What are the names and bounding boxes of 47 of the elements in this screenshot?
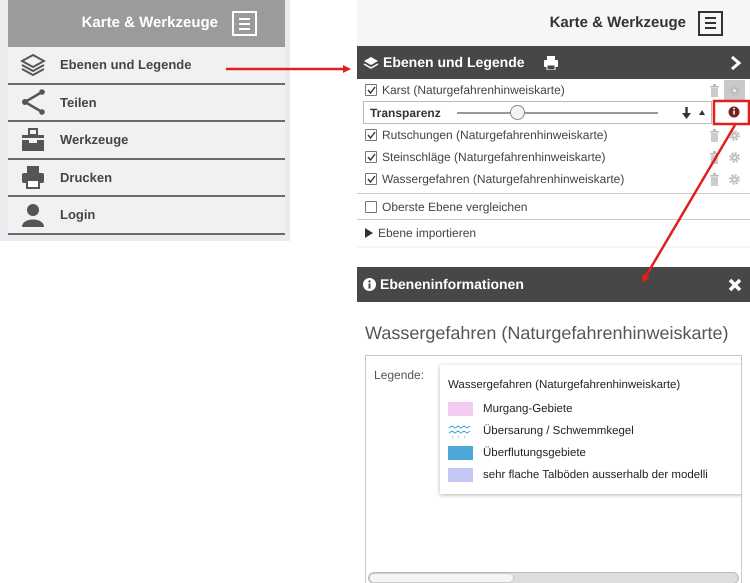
- menu-item[interactable]: Werkzeuge: [8, 122, 285, 160]
- checkbox[interactable]: [365, 200, 377, 212]
- legend-title: Wassergefahren (Naturgefahrenhinweiskarte): [448, 378, 682, 393]
- layer-label: Wassergefahren (Naturgefahrenhinweiskarte): [382, 171, 624, 188]
- checkbox[interactable]: [365, 151, 377, 163]
- layer-label: Karst (Naturgefahrenhinweiskarte): [382, 82, 565, 99]
- panel-heading: Ebeneninformationen: [380, 275, 524, 294]
- printer-icon[interactable]: [542, 56, 559, 70]
- trash-icon[interactable]: [709, 150, 720, 164]
- legend-item: Übersarung / Schwemmkegel: [483, 423, 634, 439]
- settings-icon[interactable]: [728, 128, 741, 142]
- printer-icon: [20, 164, 46, 190]
- info-icon: [363, 278, 376, 291]
- panel-heading: Ebenen und Legende: [383, 53, 525, 72]
- checkbox[interactable]: [365, 84, 377, 96]
- expand-icon[interactable]: [365, 228, 373, 238]
- menu-item[interactable]: Drucken: [8, 160, 285, 197]
- legend-item: sehr flache Talböden ausserhalb der modelli: [483, 468, 708, 483]
- menu-button[interactable]: [698, 10, 723, 36]
- menu-item[interactable]: Login: [8, 197, 285, 234]
- share-icon: [20, 89, 46, 116]
- slider-thumb[interactable]: [510, 105, 526, 120]
- checkbox[interactable]: [365, 173, 377, 185]
- layer-label: Steinschläge (Naturgefahrenhinweiskarte): [382, 149, 606, 166]
- user-icon: [20, 202, 46, 228]
- layer-label: Rutschungen (Naturgefahrenhinweiskarte): [382, 127, 608, 144]
- slider-label: Transparenz: [370, 104, 441, 122]
- panel-title: Karte & Werkzeuge: [82, 13, 218, 34]
- chevron-right-icon[interactable]: [730, 56, 742, 70]
- info-button-icon[interactable]: [728, 106, 740, 118]
- scrollbar[interactable]: [368, 572, 739, 583]
- panel-title: Karte & Werkzeuge: [550, 12, 686, 33]
- menu-item[interactable]: Ebenen und Legende: [8, 47, 285, 84]
- layers-icon: [20, 52, 46, 78]
- legend-label: Legende:: [374, 367, 424, 384]
- checkbox-label: Oberste Ebene vergleichen: [382, 198, 528, 216]
- legend-item: Murgang-Gebiete: [483, 402, 572, 417]
- arrow-down-icon[interactable]: [682, 106, 691, 118]
- layer-title: Wassergefahren (Naturgefahrenhinweiskarte): [364, 322, 730, 345]
- close-icon[interactable]: [728, 278, 742, 292]
- layers-icon: [363, 54, 379, 70]
- menu-item[interactable]: Teilen: [8, 84, 285, 122]
- legend-item: Überflutungsgebiete: [483, 445, 586, 461]
- highlight-frame: [712, 100, 750, 126]
- checkbox[interactable]: [365, 129, 377, 141]
- arrow-up-icon[interactable]: [699, 110, 705, 115]
- toolbox-icon: [20, 126, 46, 153]
